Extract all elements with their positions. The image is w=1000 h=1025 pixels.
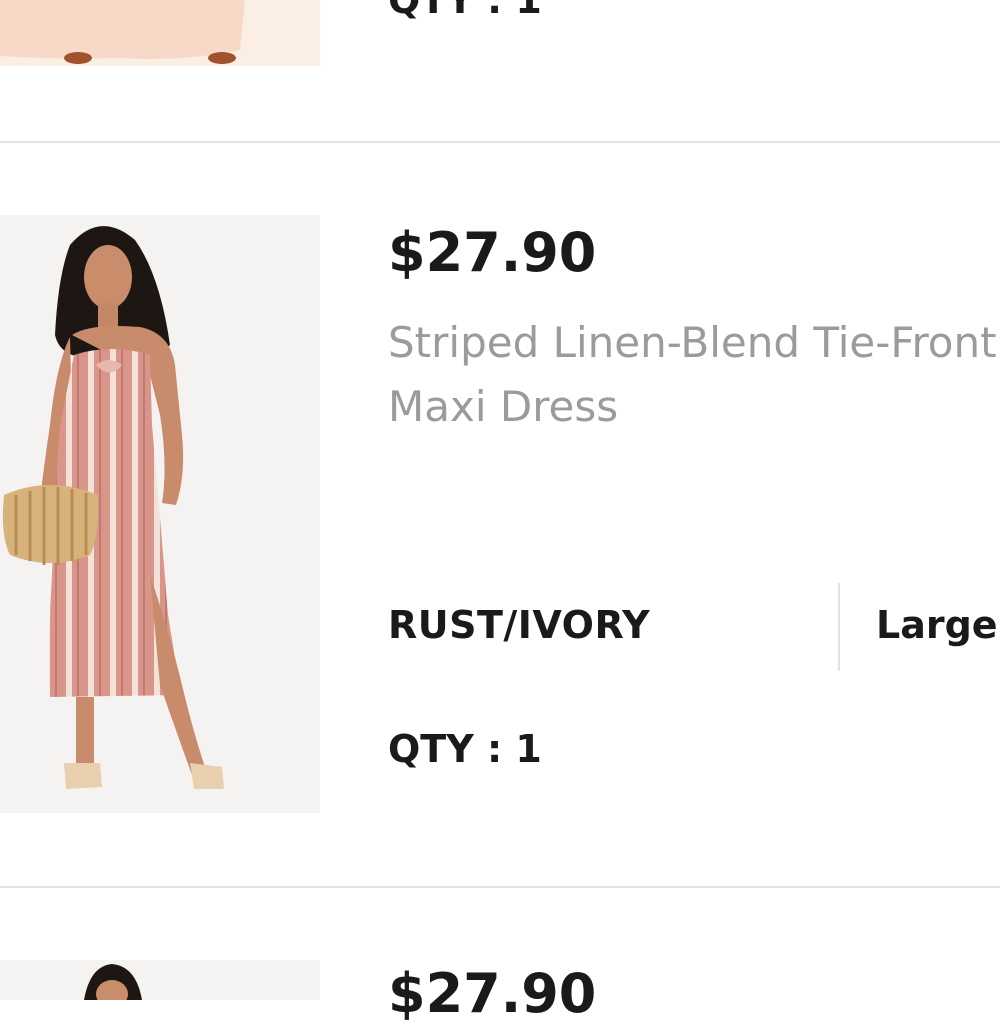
product-image[interactable] (0, 960, 320, 1000)
product-image[interactable] (0, 0, 320, 66)
product-photo-peach-dress (0, 0, 320, 66)
product-photo-striped-maxi-dress (0, 215, 320, 813)
product-photo-model (0, 960, 320, 1000)
item-color: RUST/IVORY (388, 603, 651, 647)
item-size: Large (876, 603, 998, 647)
item-qty: QTY : 1 (388, 0, 542, 22)
attribute-separator (838, 583, 840, 671)
item-name[interactable]: Striped Linen-Blend Tie-Front Maxi Dress (388, 311, 1000, 439)
product-image[interactable] (0, 215, 320, 813)
cart-item-next[interactable]: $27.90 (0, 888, 1000, 1025)
cart-item[interactable]: $27.90 Striped Linen-Blend Tie-Front Max… (0, 143, 1000, 886)
cart-item-previous[interactable]: QTY : 1 (0, 0, 1000, 142)
item-price: $27.90 (388, 962, 597, 1025)
item-price: $27.90 (388, 221, 597, 284)
item-qty[interactable]: QTY : 1 (388, 727, 542, 771)
